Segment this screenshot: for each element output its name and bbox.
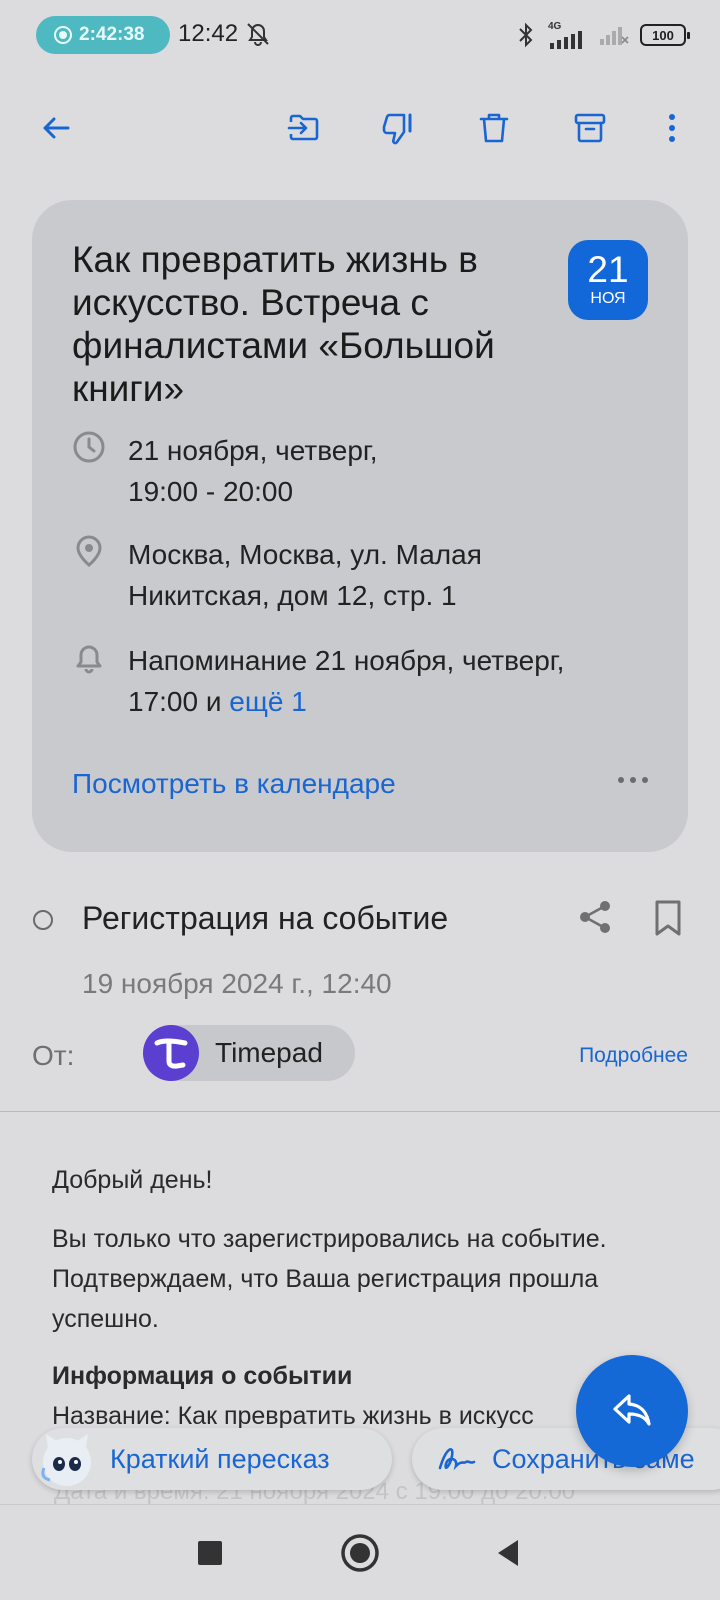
alarm-off-icon: [247, 23, 269, 46]
trash-icon: [479, 113, 509, 143]
badge-month: НОЯ: [590, 290, 626, 307]
signature-icon: [438, 1447, 476, 1471]
details-link[interactable]: Подробнее: [579, 1044, 688, 1068]
message-subject: Регистрация на событие: [82, 900, 449, 936]
square-icon: [198, 1541, 222, 1565]
home-button[interactable]: [338, 1531, 382, 1575]
clock-icon: [73, 431, 105, 463]
sender-name: Timepad: [215, 1037, 323, 1068]
more-vert-icon: [669, 114, 675, 142]
more-options-button[interactable]: [648, 104, 696, 152]
event-reminder: Напоминание 21 ноября, четверг, 17:00 и …: [72, 640, 662, 722]
back-button[interactable]: [32, 104, 80, 152]
from-label: От:: [32, 1040, 75, 1071]
bookmark-icon[interactable]: [650, 898, 686, 938]
more-horiz-icon[interactable]: [616, 770, 650, 790]
back-nav-button[interactable]: [486, 1531, 530, 1575]
recording-time: 2:42:38: [79, 24, 145, 45]
location-line-1: Москва, Москва, ул. Малая: [128, 539, 482, 570]
reply-button[interactable]: [576, 1355, 688, 1467]
reply-icon: [613, 1394, 651, 1426]
archive-icon: [574, 113, 606, 143]
sender-avatar: [143, 1025, 199, 1081]
timepad-logo-icon: [154, 1038, 188, 1069]
divider: [0, 1111, 720, 1112]
event-card: Как превратить жизнь в искусство. Встреч…: [32, 200, 688, 852]
status-bar: 2:42:38 12:42 4G 100: [0, 0, 720, 70]
message-date: 19 ноября 2024 г., 12:40: [82, 968, 392, 999]
back-arrow-icon: [43, 117, 70, 139]
reminder-line-1: Напоминание 21 ноября, четверг,: [128, 645, 565, 676]
clock: 12:42: [178, 20, 239, 47]
read-status-toggle[interactable]: [33, 910, 53, 930]
system-nav-bar: [0, 1504, 720, 1600]
summary-chip-label: Краткий пересказ: [110, 1443, 330, 1474]
badge-day: 21: [587, 249, 629, 290]
event-location[interactable]: Москва, Москва, ул. Малая Никитская, дом…: [72, 534, 662, 616]
screen-recording-pill[interactable]: 2:42:38: [36, 16, 170, 54]
datetime-line-1: 21 ноября, четверг,: [128, 435, 378, 466]
greeting: Добрый день!: [52, 1166, 213, 1194]
reminder-line-2: 17:00 и: [128, 686, 222, 717]
share-icon[interactable]: [576, 898, 614, 936]
location-line-2: Никитская, дом 12, стр. 1: [128, 580, 457, 611]
signal-4g-icon: 4G: [546, 21, 588, 49]
signal-no-service-icon: [600, 27, 629, 45]
move-to-folder-button[interactable]: [280, 104, 328, 152]
recents-button[interactable]: [188, 1531, 232, 1575]
location-pin-icon: [76, 535, 102, 567]
datetime-line-2: 19:00 - 20:00: [128, 476, 294, 507]
bluetooth-icon: [519, 22, 533, 48]
move-to-folder-icon: [287, 114, 319, 141]
spam-button[interactable]: [374, 104, 422, 152]
event-title: Как превратить жизнь в искусство. Встреч…: [72, 239, 495, 409]
home-circle-icon: [341, 1534, 379, 1572]
mail-toolbar: [0, 96, 720, 160]
view-in-calendar-link[interactable]: Посмотреть в календаре: [72, 768, 396, 800]
reminder-more-link[interactable]: ещё 1: [229, 686, 307, 717]
battery-icon: 100: [640, 24, 690, 46]
event-datetime: 21 ноября, четверг, 19:00 - 20:00: [72, 430, 662, 512]
bell-icon: [76, 645, 102, 674]
triangle-back-icon: [498, 1540, 518, 1566]
record-icon: [54, 26, 72, 44]
summary-chip[interactable]: Краткий пересказ: [32, 1428, 392, 1490]
body-paragraph: Вы только что зарегистрировались на собы…: [52, 1225, 607, 1333]
thumbs-down-icon: [382, 113, 412, 145]
date-badge: 21 НОЯ: [568, 240, 648, 320]
archive-button[interactable]: [566, 104, 614, 152]
mascot-icon: [41, 1434, 91, 1486]
delete-button[interactable]: [470, 104, 518, 152]
sender-chip[interactable]: Timepad: [143, 1025, 355, 1081]
